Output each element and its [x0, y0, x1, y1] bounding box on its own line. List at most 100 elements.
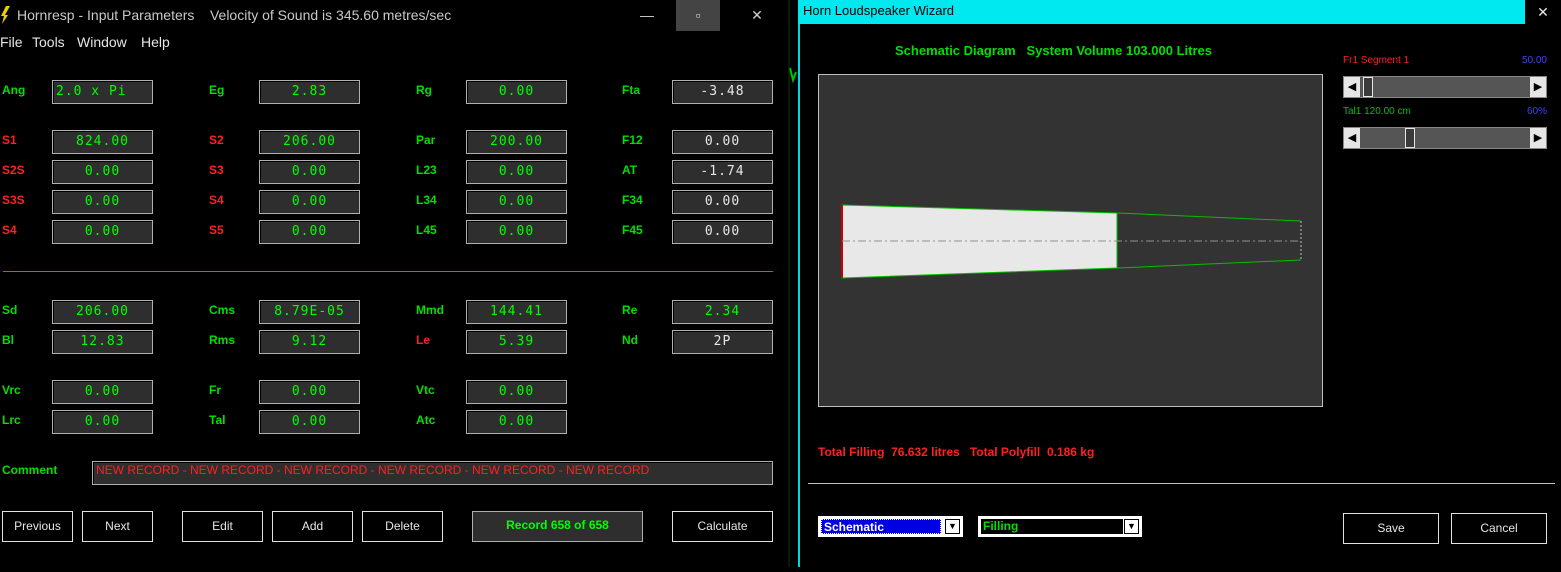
- label-fta: Fta: [622, 83, 640, 97]
- mode-dropdown-value: Filling: [981, 519, 1123, 534]
- right-divider: [808, 483, 1555, 484]
- slider-left-arrow-icon[interactable]: ◀: [1344, 128, 1360, 148]
- right-title-bar[interactable]: Horn Loudspeaker Wizard: [798, 0, 1561, 24]
- minimize-button[interactable]: —: [625, 0, 669, 31]
- label-rg: Rg: [416, 83, 432, 97]
- field-re[interactable]: 2.34: [672, 300, 773, 324]
- field-f34[interactable]: 0.00: [672, 190, 773, 214]
- label-s2s: S2S: [2, 163, 25, 177]
- field-f12[interactable]: 0.00: [672, 130, 773, 154]
- label-s2: S2: [209, 133, 224, 147]
- horn-outline-bottom: [1116, 259, 1302, 269]
- label-s4: S4: [209, 193, 224, 207]
- label-l45: L45: [416, 223, 437, 237]
- save-button[interactable]: Save: [1343, 513, 1439, 544]
- field-tal[interactable]: 0.00: [259, 410, 360, 434]
- cancel-button[interactable]: Cancel: [1451, 513, 1547, 544]
- label-f12: F12: [622, 133, 643, 147]
- field-fr[interactable]: 0.00: [259, 380, 360, 404]
- next-button[interactable]: Next: [82, 511, 153, 542]
- label-mmd: Mmd: [416, 303, 444, 317]
- field-l23[interactable]: 0.00: [466, 160, 567, 184]
- label-s4-left: S4: [2, 223, 17, 237]
- schematic-diagram: [818, 74, 1323, 407]
- field-sd[interactable]: 206.00: [52, 300, 153, 324]
- field-rg[interactable]: 0.00: [466, 80, 567, 104]
- field-lrc[interactable]: 0.00: [52, 410, 153, 434]
- label-l23: L23: [416, 163, 437, 177]
- label-tal: Tal: [209, 413, 226, 427]
- minimize-icon: —: [640, 7, 654, 23]
- segment-slider[interactable]: ◀ ▶: [1343, 76, 1547, 98]
- field-s3[interactable]: 0.00: [259, 160, 360, 184]
- horn-outline-top: [1116, 212, 1302, 222]
- field-atc[interactable]: 0.00: [466, 410, 567, 434]
- menu-file[interactable]: File: [0, 34, 23, 50]
- field-vtc[interactable]: 0.00: [466, 380, 567, 404]
- close-icon: ✕: [751, 7, 763, 23]
- add-button[interactable]: Add: [272, 511, 353, 542]
- field-s4[interactable]: 0.00: [259, 190, 360, 214]
- label-fr: Fr: [209, 383, 221, 397]
- field-s2[interactable]: 206.00: [259, 130, 360, 154]
- field-cms[interactable]: 8.79E-05: [259, 300, 360, 324]
- filling-info: Total Filling 76.632 litres Total Polyfi…: [818, 445, 1095, 459]
- menu-window[interactable]: Window: [77, 34, 127, 50]
- label-rms: Rms: [209, 333, 236, 347]
- field-s2s[interactable]: 0.00: [52, 160, 153, 184]
- maximize-button[interactable]: ▫: [676, 0, 720, 31]
- field-ang[interactable]: 2.0 x Pi: [52, 80, 153, 104]
- field-s4-left[interactable]: 0.00: [52, 220, 153, 244]
- field-rms[interactable]: 9.12: [259, 330, 360, 354]
- menu-tools[interactable]: Tools: [32, 34, 65, 50]
- previous-button[interactable]: Previous: [2, 511, 73, 542]
- comment-field[interactable]: NEW RECORD - NEW RECORD - NEW RECORD - N…: [92, 461, 773, 485]
- field-le[interactable]: 5.39: [466, 330, 567, 354]
- field-s5[interactable]: 0.00: [259, 220, 360, 244]
- field-l45[interactable]: 0.00: [466, 220, 567, 244]
- label-s5: S5: [209, 223, 224, 237]
- menu-bar: File Tools Window Help: [0, 31, 787, 53]
- left-window-title: Hornresp - Input Parameters Velocity of …: [17, 7, 452, 23]
- label-par: Par: [416, 133, 436, 147]
- field-f45[interactable]: 0.00: [672, 220, 773, 244]
- maximize-icon: ▫: [695, 7, 701, 23]
- tal-slider-thumb[interactable]: [1405, 128, 1415, 148]
- menu-help[interactable]: Help: [141, 34, 170, 50]
- slider-left-arrow-icon[interactable]: ◀: [1344, 77, 1360, 97]
- segment-slider-thumb[interactable]: [1363, 77, 1373, 97]
- field-l34[interactable]: 0.00: [466, 190, 567, 214]
- slider2-label: Tal1 120.00 cm: [1343, 106, 1411, 117]
- close-button[interactable]: ✕: [735, 0, 779, 31]
- field-mmd[interactable]: 144.41: [466, 300, 567, 324]
- chevron-down-icon[interactable]: ▼: [945, 519, 960, 534]
- field-s1[interactable]: 824.00: [52, 130, 153, 154]
- horn-schematic-drawing: [841, 204, 1302, 279]
- field-bl[interactable]: 12.83: [52, 330, 153, 354]
- horn-filled-section: [841, 204, 1118, 279]
- wizard-close-button[interactable]: ✕: [1525, 0, 1561, 24]
- edit-button[interactable]: Edit: [182, 511, 263, 542]
- label-vtc: Vtc: [416, 383, 435, 397]
- tal-slider[interactable]: ◀ ▶: [1343, 127, 1547, 149]
- field-nd[interactable]: 2P: [672, 330, 773, 354]
- field-vrc[interactable]: 0.00: [52, 380, 153, 404]
- field-fta[interactable]: -3.48: [672, 80, 773, 104]
- slider-right-arrow-icon[interactable]: ▶: [1530, 128, 1546, 148]
- slider-right-arrow-icon[interactable]: ▶: [1530, 77, 1546, 97]
- calculate-button[interactable]: Calculate: [672, 511, 773, 542]
- field-s3s[interactable]: 0.00: [52, 190, 153, 214]
- view-dropdown[interactable]: Schematic ▼: [818, 516, 963, 537]
- field-at[interactable]: -1.74: [672, 160, 773, 184]
- slider1-label: Fr1 Segment 1: [1343, 55, 1410, 66]
- label-re: Re: [622, 303, 638, 317]
- section-divider: [3, 271, 773, 272]
- mode-dropdown[interactable]: Filling ▼: [978, 516, 1142, 537]
- label-nd: Nd: [622, 333, 638, 347]
- label-atc: Atc: [416, 413, 436, 427]
- delete-button[interactable]: Delete: [362, 511, 443, 542]
- field-par[interactable]: 200.00: [466, 130, 567, 154]
- left-title-bar[interactable]: Hornresp - Input Parameters Velocity of …: [0, 0, 787, 31]
- field-eg[interactable]: 2.83: [259, 80, 360, 104]
- chevron-down-icon[interactable]: ▼: [1124, 519, 1139, 534]
